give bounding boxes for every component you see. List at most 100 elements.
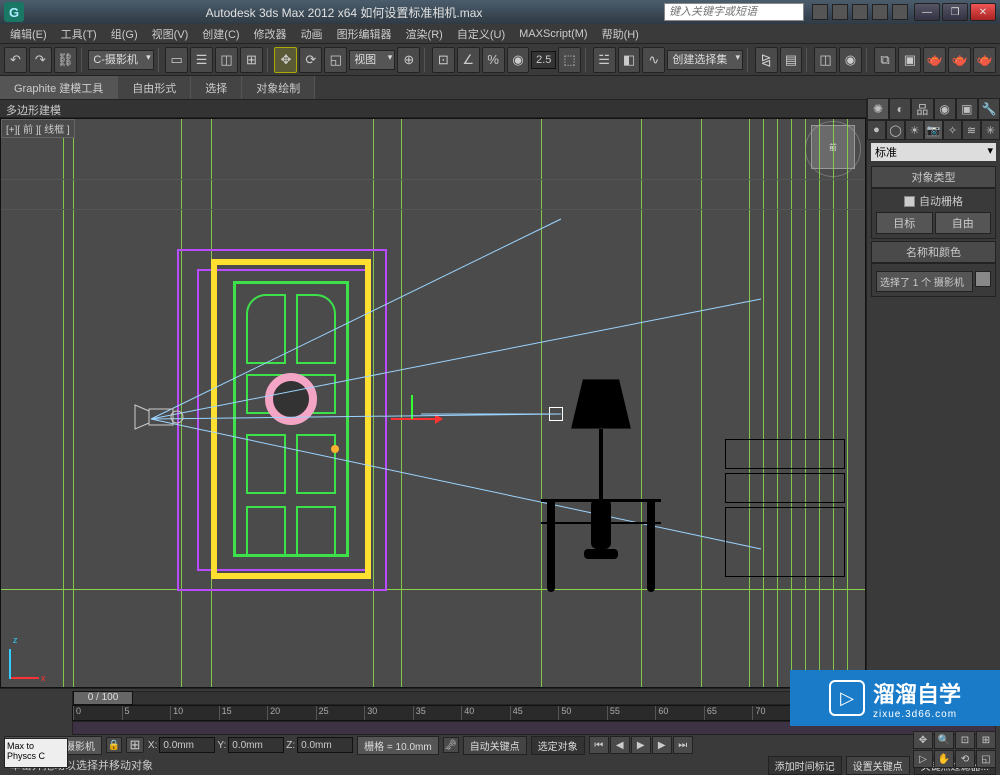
link-button[interactable]: ⛓ xyxy=(54,47,77,73)
ribbon-tab-selection[interactable]: 选择 xyxy=(191,76,242,99)
exchange-icon[interactable] xyxy=(852,4,868,20)
maxscript-listener[interactable]: Max to Physcs C xyxy=(4,738,68,768)
ribbon-panel-polymodel[interactable]: 多边形建模 xyxy=(0,100,1000,118)
cmd-tab-utilities[interactable]: 🔧 xyxy=(978,98,1000,120)
cmd-tab-hierarchy[interactable]: 品 xyxy=(911,98,933,120)
menu-help[interactable]: 帮助(H) xyxy=(596,24,645,44)
menu-maxscript[interactable]: MAXScript(M) xyxy=(513,26,593,42)
zoom-extents-button[interactable]: ⊡ xyxy=(955,731,975,749)
render-preset-button[interactable]: 🫖 xyxy=(948,47,971,73)
ribbon-tab-objectpaint[interactable]: 对象绘制 xyxy=(242,76,315,99)
favorites-icon[interactable] xyxy=(872,4,888,20)
goto-end-button[interactable]: ⏭ xyxy=(673,736,693,754)
prev-frame-button[interactable]: ◀ xyxy=(610,736,630,754)
curve-editor-button[interactable]: ∿ xyxy=(642,47,665,73)
ref-coord-dropdown[interactable]: C-摄影机 xyxy=(88,50,153,70)
fov-button[interactable]: ▷ xyxy=(913,750,933,768)
rollout-objecttype-header[interactable]: 对象类型 xyxy=(871,166,996,188)
create-lights-icon[interactable]: ☀ xyxy=(905,120,924,140)
menu-modifiers[interactable]: 修改器 xyxy=(248,24,293,44)
menu-views[interactable]: 视图(V) xyxy=(146,24,195,44)
zoom-button[interactable]: 🔍 xyxy=(934,731,954,749)
coord-z-input[interactable]: 0.0mm xyxy=(297,737,353,753)
viewport-canvas[interactable] xyxy=(1,119,865,687)
cmd-tab-display[interactable]: ▣ xyxy=(956,98,978,120)
target-camera-button[interactable]: 目标 xyxy=(876,212,933,234)
named-selection-dropdown[interactable]: 创建选择集 xyxy=(667,50,743,70)
orbit-button[interactable]: ⟲ xyxy=(955,750,975,768)
ref-coord-system[interactable]: 视图 xyxy=(349,50,395,70)
play-button[interactable]: ▶ xyxy=(631,736,651,754)
coord-x-input[interactable]: 0.0mm xyxy=(159,737,215,753)
absolute-mode-button[interactable]: ⊞ xyxy=(126,737,144,753)
object-color-swatch[interactable] xyxy=(975,271,991,287)
select-button[interactable]: ▭ xyxy=(165,47,188,73)
menu-group[interactable]: 组(G) xyxy=(105,24,144,44)
goto-start-button[interactable]: ⏮ xyxy=(589,736,609,754)
close-button[interactable]: ✕ xyxy=(970,3,996,21)
create-spacewarps-icon[interactable]: ≋ xyxy=(962,120,981,140)
app-icon[interactable]: G xyxy=(4,2,24,22)
menu-rendering[interactable]: 渲染(R) xyxy=(400,24,449,44)
move-button[interactable]: ✥ xyxy=(274,47,297,73)
maximize-button[interactable]: ❐ xyxy=(942,3,968,21)
minimize-button[interactable]: — xyxy=(914,3,940,21)
menu-animation[interactable]: 动画 xyxy=(295,24,329,44)
manage-layers-button[interactable]: ☱ xyxy=(593,47,616,73)
undo-button[interactable]: ↶ xyxy=(4,47,27,73)
render-last-button[interactable]: 🫖 xyxy=(973,47,996,73)
window-crossing-button[interactable]: ⊞ xyxy=(240,47,263,73)
object-name-input[interactable]: 选择了 1 个 摄影机 xyxy=(876,271,973,292)
help-search-input[interactable] xyxy=(664,3,804,21)
rollout-namecolor-header[interactable]: 名称和颜色 xyxy=(871,241,996,263)
scale-button[interactable]: ◱ xyxy=(324,47,347,73)
search-icon[interactable] xyxy=(812,4,828,20)
time-slider[interactable]: 0 / 100 xyxy=(73,691,133,705)
ribbon-tab-graphite[interactable]: Graphite 建模工具 xyxy=(0,76,118,99)
create-category-dropdown[interactable]: 标准 xyxy=(871,143,996,161)
zoom-all-button[interactable]: ⊞ xyxy=(976,731,996,749)
align-button[interactable]: ▤ xyxy=(780,47,803,73)
render-frame-button[interactable]: ▣ xyxy=(898,47,921,73)
cmd-tab-create[interactable]: ✺ xyxy=(867,98,889,120)
spinner-snap-button[interactable]: ◉ xyxy=(507,47,530,73)
viewport-label[interactable]: [+][ 前 ][ 线框 ] xyxy=(1,119,75,138)
cmd-tab-motion[interactable]: ◉ xyxy=(934,98,956,120)
menu-tools[interactable]: 工具(T) xyxy=(55,24,103,44)
cmd-tab-modify[interactable]: ◐ xyxy=(889,98,911,120)
pan-button[interactable]: ✥ xyxy=(913,731,933,749)
schematic-view-button[interactable]: ◫ xyxy=(814,47,837,73)
angle-snap-button[interactable]: ∠ xyxy=(457,47,480,73)
pan-view-button[interactable]: ✋ xyxy=(934,750,954,768)
mirror-button[interactable]: ⧎ xyxy=(755,47,778,73)
pivot-button[interactable]: ⊕ xyxy=(397,47,420,73)
subscription-icon[interactable] xyxy=(832,4,848,20)
create-geometry-icon[interactable]: ● xyxy=(867,120,886,140)
viewport[interactable]: [+][ 前 ][ 线框 ] 前 xyxy=(0,118,866,688)
selected-key-dropdown[interactable]: 选定对象 xyxy=(531,736,585,755)
render-setup-button[interactable]: ⧉ xyxy=(874,47,897,73)
select-region-button[interactable]: ◫ xyxy=(215,47,238,73)
key-mode-button[interactable]: 🗝 xyxy=(443,737,459,753)
create-systems-icon[interactable]: ✳ xyxy=(981,120,1000,140)
coord-y-input[interactable]: 0.0mm xyxy=(228,737,284,753)
snap-toggle[interactable]: ⊡ xyxy=(432,47,455,73)
angle-snap-value[interactable]: 2.5 xyxy=(531,51,556,69)
percent-snap-button[interactable]: % xyxy=(482,47,505,73)
autogrid-checkbox[interactable] xyxy=(904,196,915,207)
menu-grapheditors[interactable]: 图形编辑器 xyxy=(331,24,398,44)
select-name-button[interactable]: ☰ xyxy=(190,47,213,73)
create-shapes-icon[interactable]: ◯ xyxy=(886,120,905,140)
selection-lock-button[interactable]: 🔒 xyxy=(106,737,122,753)
maximize-viewport-button[interactable]: ◱ xyxy=(976,750,996,768)
render-button[interactable]: 🫖 xyxy=(923,47,946,73)
layer-button[interactable]: ◧ xyxy=(618,47,641,73)
free-camera-button[interactable]: 自由 xyxy=(935,212,992,234)
help-icon[interactable] xyxy=(892,4,908,20)
autokey-button[interactable]: 自动关键点 xyxy=(463,736,527,755)
ribbon-tab-freeform[interactable]: 自由形式 xyxy=(118,76,191,99)
menu-customize[interactable]: 自定义(U) xyxy=(451,24,511,44)
redo-button[interactable]: ↷ xyxy=(29,47,52,73)
next-frame-button[interactable]: ▶ xyxy=(652,736,672,754)
rotate-button[interactable]: ⟳ xyxy=(299,47,322,73)
